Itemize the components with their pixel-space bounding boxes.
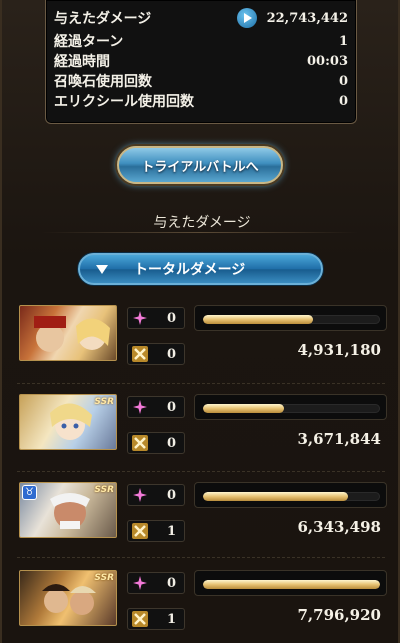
total-damage-dropdown[interactable]: トータルダメージ <box>78 253 323 285</box>
turns-value: 1 <box>338 33 348 49</box>
sparkle-icon <box>132 575 148 591</box>
buff-count-chip: 0 <box>127 572 185 594</box>
row-divider <box>17 383 385 384</box>
character-portrait[interactable]: SSR <box>19 394 117 450</box>
damage-bar-fill <box>203 404 285 413</box>
turns-row: 経過ターン 1 <box>54 31 348 51</box>
ca-count-chip: 0 <box>127 343 185 365</box>
damage-bar <box>194 305 387 331</box>
summon-row: 召喚石使用回数 0 <box>54 71 348 91</box>
rarity-badge: SSR <box>94 573 114 583</box>
triangle-down-icon <box>96 264 108 274</box>
character-row: SSR 0 0 3,671,844 <box>17 394 389 470</box>
result-panel: 与えたダメージ 22,743,442 経過ターン 1 経過時間 00:03 召喚… <box>0 0 400 643</box>
row-divider <box>17 471 385 472</box>
buff-count: 0 <box>166 575 176 591</box>
elixir-value: 0 <box>338 93 348 109</box>
buff-count: 0 <box>166 310 176 326</box>
time-row: 経過時間 00:03 <box>54 51 348 71</box>
character-row: SSR 0 1 7,796,920 <box>17 570 389 643</box>
cross-swords-icon <box>132 611 148 627</box>
damage-label: 与えたダメージ <box>54 11 152 27</box>
sparkle-icon <box>132 487 148 503</box>
damage-bar-fill <box>203 315 313 324</box>
rarity-badge: SSR <box>94 485 114 495</box>
summon-value: 0 <box>338 73 348 89</box>
buff-count: 0 <box>166 399 176 415</box>
cross-swords-icon <box>132 523 148 539</box>
ca-count-chip: 1 <box>127 520 185 542</box>
character-damage: 7,796,920 <box>297 606 381 624</box>
section-divider <box>42 232 358 233</box>
character-damage: 6,343,498 <box>297 518 381 536</box>
ca-count-chip: 1 <box>127 608 185 630</box>
character-row: ♉ SSR 0 1 6,343,498 <box>17 482 389 558</box>
buff-count: 0 <box>166 487 176 503</box>
character-row: 0 0 4,931,180 <box>17 305 389 381</box>
portrait-art <box>34 316 110 352</box>
row-divider <box>17 557 385 558</box>
rarity-badge: SSR <box>94 397 114 407</box>
sparkle-icon <box>132 310 148 326</box>
ca-count: 0 <box>166 346 176 362</box>
damage-row: 与えたダメージ 22,743,442 <box>54 8 348 28</box>
element-badge: ♉ <box>22 485 37 500</box>
damage-bar <box>194 394 387 420</box>
sparkle-icon <box>132 399 148 415</box>
character-portrait[interactable] <box>19 305 117 361</box>
damage-value: 22,743,442 <box>266 11 348 26</box>
turns-label: 経過ターン <box>54 34 124 50</box>
time-label: 経過時間 <box>54 54 110 70</box>
elixir-row: エリクシール使用回数 0 <box>54 91 348 111</box>
damage-bar-fill <box>203 492 349 501</box>
buff-count-chip: 0 <box>127 307 185 329</box>
ca-count: 1 <box>166 611 176 627</box>
cross-swords-icon <box>132 346 148 362</box>
damage-bar <box>194 482 387 508</box>
battle-summary: 与えたダメージ 22,743,442 経過ターン 1 経過時間 00:03 召喚… <box>45 0 357 124</box>
ca-count-chip: 0 <box>127 432 185 454</box>
summon-label: 召喚石使用回数 <box>54 74 152 90</box>
time-value: 00:03 <box>307 53 348 69</box>
elixir-label: エリクシール使用回数 <box>54 94 194 110</box>
play-icon[interactable] <box>236 8 257 28</box>
cross-swords-icon <box>132 435 148 451</box>
buff-count-chip: 0 <box>127 396 185 418</box>
character-damage: 3,671,844 <box>297 430 381 448</box>
damage-bar-fill <box>203 580 380 589</box>
character-portrait[interactable]: SSR <box>19 570 117 626</box>
ca-count: 1 <box>166 523 176 539</box>
total-damage-label: トータルダメージ <box>134 262 246 278</box>
damage-bar <box>194 570 387 596</box>
buff-count-chip: 0 <box>127 484 185 506</box>
character-damage: 4,931,180 <box>297 341 381 359</box>
section-title: 与えたダメージ <box>153 215 251 231</box>
character-portrait[interactable]: ♉ SSR <box>19 482 117 538</box>
ca-count: 0 <box>166 435 176 451</box>
trial-battle-button[interactable]: トライアルバトルへ <box>117 146 283 184</box>
